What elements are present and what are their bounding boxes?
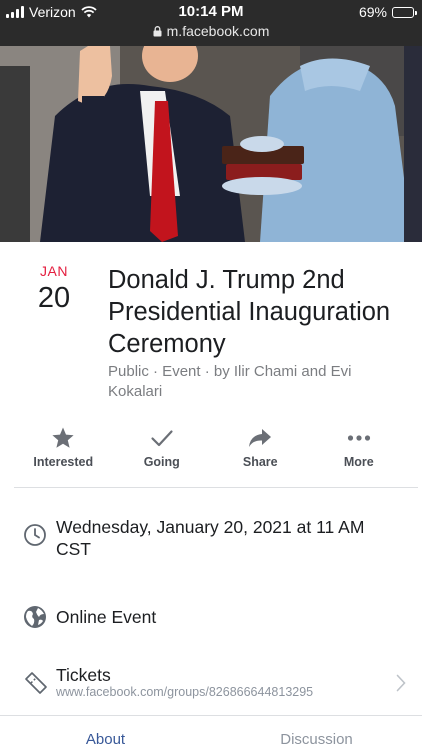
tab-about[interactable]: About (0, 716, 211, 750)
share-button[interactable]: Share (211, 425, 310, 479)
event-title: Donald J. Trump 2nd Presidential Inaugur… (108, 266, 391, 358)
event-day: 20 (37, 282, 71, 314)
event-tabs: About Discussion (0, 715, 422, 750)
lock-icon (153, 25, 162, 36)
going-button[interactable]: Going (113, 425, 212, 479)
chevron-right-icon (396, 674, 406, 697)
status-bar: Verizon 10:14 PM 69% m.facebook.com (0, 0, 422, 46)
cover-photo[interactable] (0, 46, 422, 242)
tickets-label: Tickets (56, 665, 111, 685)
interested-button[interactable]: Interested (14, 425, 113, 479)
url-text: m.facebook.com (166, 23, 270, 39)
event-meta: Public · Event · by Ilir Chami and Evi K… (108, 363, 352, 400)
share-label: Share (242, 455, 278, 469)
actions-divider (14, 487, 418, 488)
battery-percent: 69% (358, 4, 387, 20)
ticket-icon (23, 670, 49, 701)
more-dots-icon (346, 425, 372, 451)
event-datetime: Wednesday, January 20, 2021 at 11 AM CST (56, 517, 365, 559)
tickets-url[interactable]: www.facebook.com/groups/826866644813295 (56, 685, 313, 699)
event-date: JAN 20 (26, 263, 82, 315)
star-icon (51, 425, 75, 451)
event-actions: Interested Going Share More (14, 425, 408, 479)
event-month: JAN (40, 263, 68, 279)
globe-icon (23, 605, 47, 634)
clock-icon (23, 523, 47, 552)
event-location: Online Event (56, 607, 157, 627)
more-label: More (343, 455, 374, 469)
checkmark-icon (150, 425, 174, 451)
url-bar[interactable]: m.facebook.com (0, 23, 422, 39)
battery-status: 69% (358, 4, 417, 20)
battery-icon (392, 6, 417, 18)
more-button[interactable]: More (310, 425, 409, 479)
interested-label: Interested (33, 455, 94, 469)
going-label: Going (143, 455, 180, 469)
tab-discussion[interactable]: Discussion (211, 716, 422, 750)
share-arrow-icon (247, 425, 273, 451)
